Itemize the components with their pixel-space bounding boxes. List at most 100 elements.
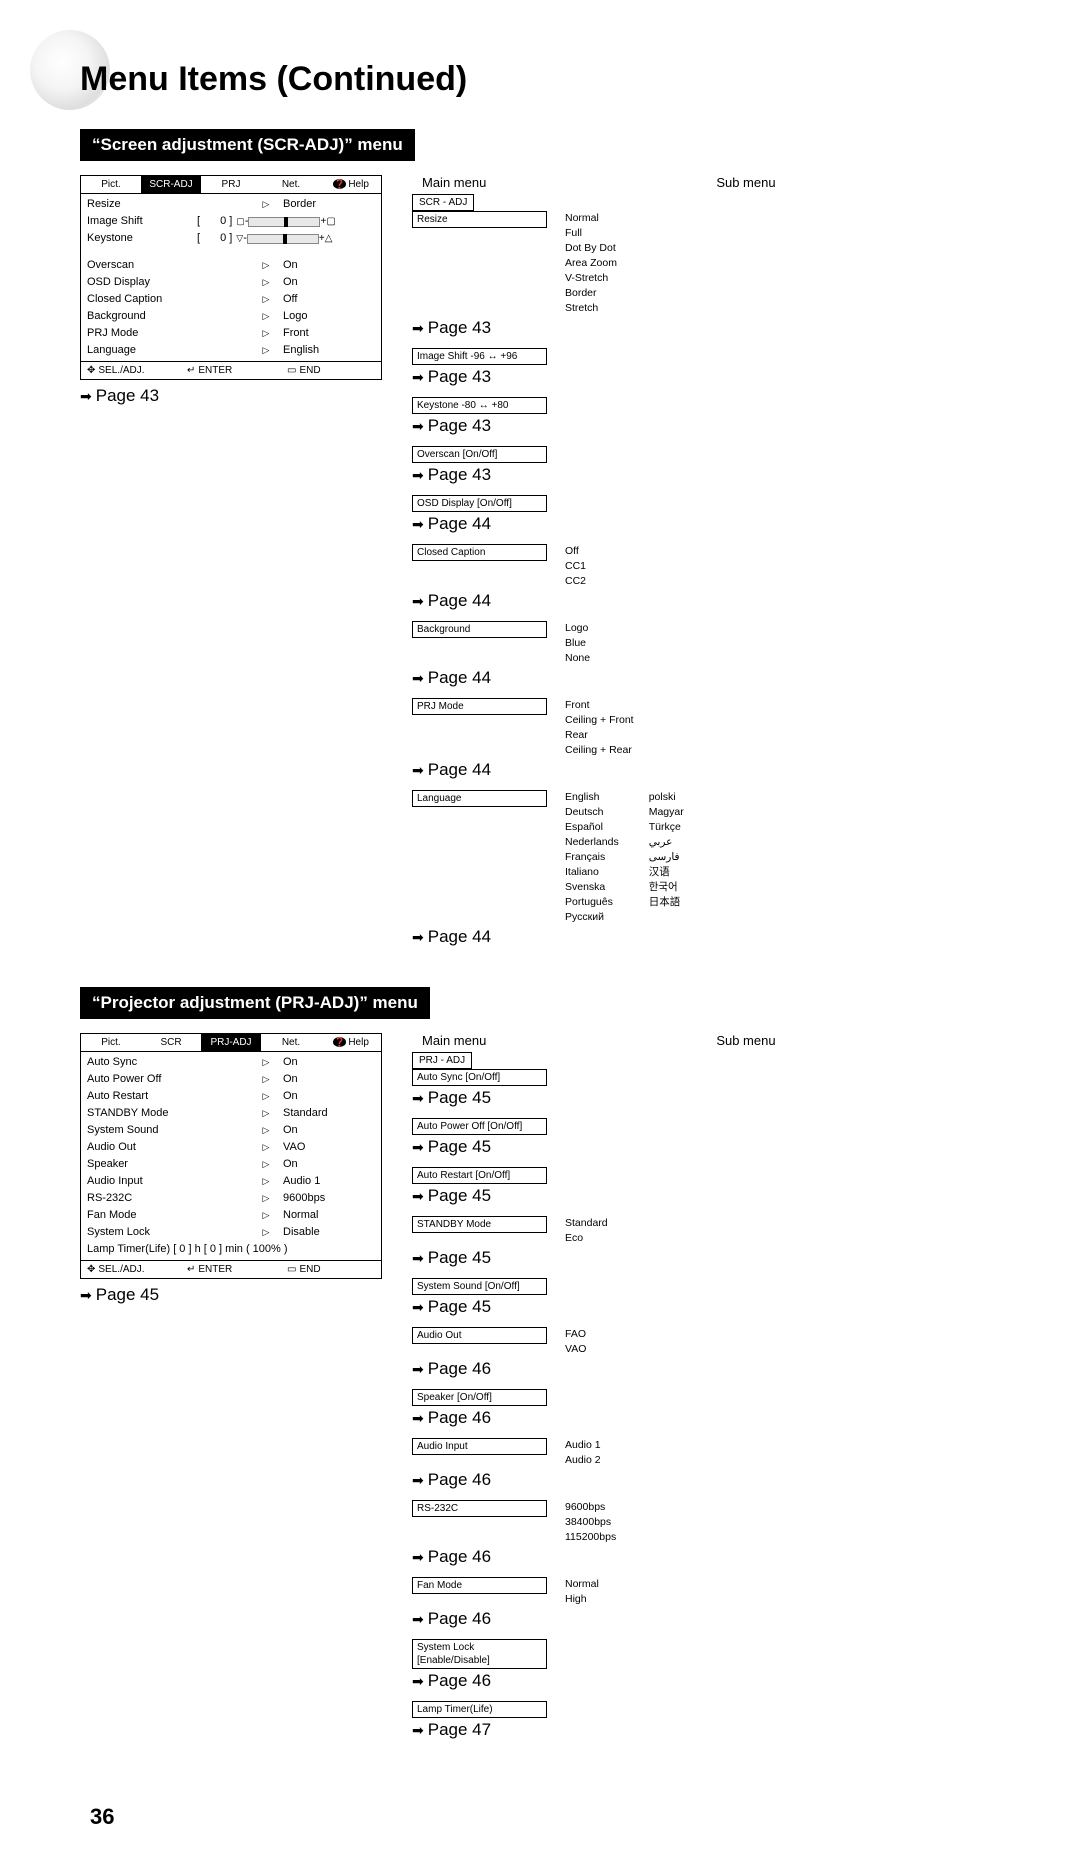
tree-node: OSD Display [On/Off]	[412, 495, 547, 512]
osd-tab: PRJ	[201, 176, 261, 193]
osd-row: Audio OutVAO	[87, 1139, 375, 1156]
osd-tab: Pict.	[81, 176, 141, 193]
arrow-icon	[412, 416, 424, 436]
chevron-right-icon	[257, 197, 275, 212]
tree-node: Closed Caption	[412, 544, 547, 561]
tree-node: Image Shift -96 ↔ +96	[412, 348, 547, 365]
osd-row: LanguageEnglish	[87, 342, 375, 359]
osd-footer-sel: SEL./ADJ.	[81, 1261, 181, 1278]
chevron-right-icon	[257, 1225, 275, 1240]
chevron-right-icon	[257, 326, 275, 341]
osd-row: System SoundOn	[87, 1122, 375, 1139]
page-number: 36	[90, 1804, 114, 1830]
help-icon	[333, 179, 348, 190]
sub-list: FAOVAO	[565, 1327, 990, 1357]
page-ref: Page 45	[80, 1285, 382, 1305]
chevron-right-icon	[257, 1191, 275, 1206]
sub-list: FrontCeiling + FrontRearCeiling + Rear	[565, 698, 990, 758]
arrow-icon	[412, 1137, 424, 1157]
tree-node: Overscan [On/Off]	[412, 446, 547, 463]
arrow-icon	[412, 1609, 424, 1629]
page-ref: Page 43	[80, 386, 382, 406]
osd-row: Auto RestartOn	[87, 1088, 375, 1105]
arrow-icon	[412, 1248, 424, 1268]
tree-root: PRJ - ADJ	[412, 1052, 472, 1069]
osd-row: RS-232C9600bps	[87, 1190, 375, 1207]
osd-row: Image Shift[0 ]▢ - +▢	[87, 213, 375, 230]
arrow-icon	[412, 1088, 424, 1108]
arrow-icon	[412, 591, 424, 611]
sub-list: LogoBlueNone	[565, 621, 990, 666]
chevron-right-icon	[257, 1089, 275, 1104]
arrow-icon	[80, 386, 92, 406]
tree-node: Audio Input	[412, 1438, 547, 1455]
page-ref: Page 44	[412, 760, 990, 780]
page-ref: Page 44	[412, 668, 990, 688]
arrow-icon	[412, 514, 424, 534]
osd-footer-enter: ENTER	[181, 362, 281, 379]
page-title: Menu Items (Continued)	[80, 60, 990, 99]
main-menu-header: Main menu	[422, 175, 486, 190]
osd-footer-end: END	[281, 1261, 381, 1278]
chevron-right-icon	[257, 1106, 275, 1121]
arrow-icon	[412, 1671, 424, 1691]
osd-row: ResizeBorder	[87, 196, 375, 213]
page-ref: Page 43	[412, 416, 990, 436]
page-ref: Page 45	[412, 1297, 990, 1317]
tree-node: Fan Mode	[412, 1577, 547, 1594]
page-ref: Page 44	[412, 591, 990, 611]
sub-list: 9600bps38400bps115200bps	[565, 1500, 990, 1545]
tree-root: SCR - ADJ	[412, 194, 474, 211]
osd-row: Audio InputAudio 1	[87, 1173, 375, 1190]
chevron-right-icon	[257, 1140, 275, 1155]
osd-row: OSD DisplayOn	[87, 274, 375, 291]
section-bar-prj-adj: “Projector adjustment (PRJ-ADJ)” menu	[80, 987, 430, 1019]
help-icon	[333, 1037, 348, 1048]
section-bar-scr-adj: “Screen adjustment (SCR-ADJ)” menu	[80, 129, 415, 161]
osd-row: Auto SyncOn	[87, 1054, 375, 1071]
osd-tab: Net.	[261, 176, 321, 193]
chevron-right-icon	[257, 258, 275, 273]
page-ref: Page 46	[412, 1609, 990, 1629]
chevron-right-icon	[257, 275, 275, 290]
arrow-icon	[80, 1285, 92, 1305]
osd-tab: Help	[321, 1034, 381, 1051]
tree-node: Language	[412, 790, 547, 807]
tree-node: Background	[412, 621, 547, 638]
tree-node: Resize	[412, 211, 547, 228]
tree-node: STANDBY Mode	[412, 1216, 547, 1233]
chevron-right-icon	[257, 1123, 275, 1138]
page-ref: Page 43	[412, 367, 990, 387]
arrow-icon	[412, 1720, 424, 1740]
sub-menu-header: Sub menu	[716, 175, 775, 190]
arrow-icon	[412, 1547, 424, 1567]
sub-list: Audio 1Audio 2	[565, 1438, 990, 1468]
chevron-right-icon	[257, 1072, 275, 1087]
arrow-icon	[412, 465, 424, 485]
chevron-right-icon	[257, 1208, 275, 1223]
page-ref: Page 45	[412, 1088, 990, 1108]
page-ref: Page 46	[412, 1408, 990, 1428]
arrow-icon	[412, 1470, 424, 1490]
page-ref: Page 46	[412, 1547, 990, 1567]
page-ref: Page 45	[412, 1186, 990, 1206]
page-ref: Page 47	[412, 1720, 990, 1740]
osd-row: SpeakerOn	[87, 1156, 375, 1173]
tree-node: PRJ Mode	[412, 698, 547, 715]
osd-row: BackgroundLogo	[87, 308, 375, 325]
tree-node: Auto Power Off [On/Off]	[412, 1118, 547, 1135]
osd-row: Lamp Timer(Life) [ 0 ] h [ 0 ] min ( 100…	[87, 1241, 375, 1258]
osd-footer-enter: ENTER	[181, 1261, 281, 1278]
osd-tab: SCR-ADJ	[141, 176, 201, 193]
sub-menu-header: Sub menu	[716, 1033, 775, 1048]
osd-row: OverscanOn	[87, 257, 375, 274]
arrow-icon	[412, 1408, 424, 1428]
arrow-icon	[412, 1297, 424, 1317]
page-ref: Page 45	[412, 1248, 990, 1268]
tree-node: System Lock [Enable/Disable]	[412, 1639, 547, 1669]
page-ref: Page 46	[412, 1470, 990, 1490]
osd-tab: Pict.	[81, 1034, 141, 1051]
tree-node: RS-232C	[412, 1500, 547, 1517]
arrow-icon	[412, 1359, 424, 1379]
chevron-right-icon	[257, 1174, 275, 1189]
